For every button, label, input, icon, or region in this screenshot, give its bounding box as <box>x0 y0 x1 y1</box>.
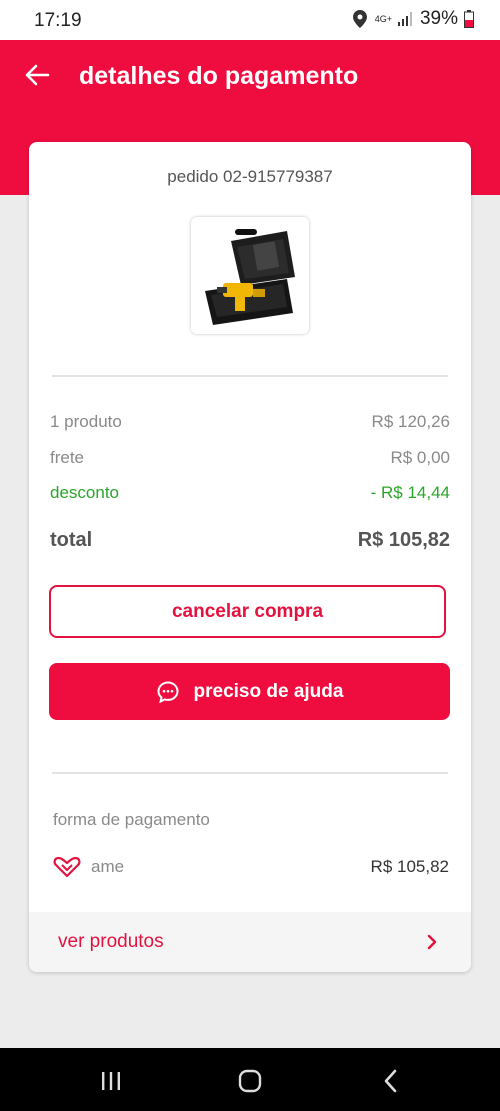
location-icon <box>352 10 367 28</box>
see-products-label: ver produtos <box>58 931 164 952</box>
payment-amount: R$ 105,82 <box>370 857 449 876</box>
battery-icon <box>464 10 474 28</box>
ame-heart-icon <box>53 856 81 878</box>
discount-value: - R$ 14,44 <box>370 483 450 502</box>
signal-icon <box>397 12 412 26</box>
total-value: R$ 105,82 <box>357 529 450 551</box>
chevron-right-icon <box>427 934 437 950</box>
back-nav-icon[interactable] <box>376 1066 406 1096</box>
drill-case-image <box>205 229 295 325</box>
chat-bubble-icon <box>157 680 179 703</box>
see-products-link[interactable]: ver produtos <box>29 912 471 972</box>
home-icon[interactable] <box>235 1066 265 1096</box>
discount-row: desconto - R$ 14,44 <box>50 483 450 503</box>
order-details-card: pedido 02-915779387 1 produto R$ 120,26 … <box>29 142 471 972</box>
total-row: total R$ 105,82 <box>50 529 450 552</box>
status-bar: 17:19 4G+ 39% <box>0 0 500 40</box>
cancel-purchase-button[interactable]: cancelar compra <box>49 585 446 638</box>
battery-percent: 39% <box>419 8 458 29</box>
payment-method-label: forma de pagamento <box>53 810 210 829</box>
total-label: total <box>50 529 93 551</box>
products-value: R$ 120,26 <box>371 412 450 431</box>
shipping-row: frete R$ 0,00 <box>50 448 450 468</box>
network-type: 4G+ <box>374 13 392 24</box>
recent-apps-icon[interactable] <box>96 1066 126 1096</box>
help-label: preciso de ajuda <box>193 680 344 702</box>
product-thumbnail[interactable] <box>191 217 309 334</box>
shipping-value: R$ 0,00 <box>390 448 450 467</box>
system-nav-bar <box>0 1048 500 1111</box>
discount-label: desconto <box>50 483 119 502</box>
order-id: pedido 02-915779387 <box>167 167 333 186</box>
divider <box>52 375 448 377</box>
products-row: 1 produto R$ 120,26 <box>50 412 450 432</box>
payment-method-row: ame R$ 105,82 <box>53 856 449 878</box>
back-arrow-icon[interactable] <box>24 62 50 88</box>
help-button[interactable]: preciso de ajuda <box>49 663 450 720</box>
products-label: 1 produto <box>50 412 122 431</box>
status-time: 17:19 <box>34 10 82 31</box>
shipping-label: frete <box>50 448 85 467</box>
divider <box>52 772 448 774</box>
payment-method: ame <box>53 856 124 878</box>
payment-method-name: ame <box>91 857 125 876</box>
status-icons: 4G+ 39% <box>352 8 474 30</box>
page-title: detalhes do pagamento <box>79 62 359 90</box>
